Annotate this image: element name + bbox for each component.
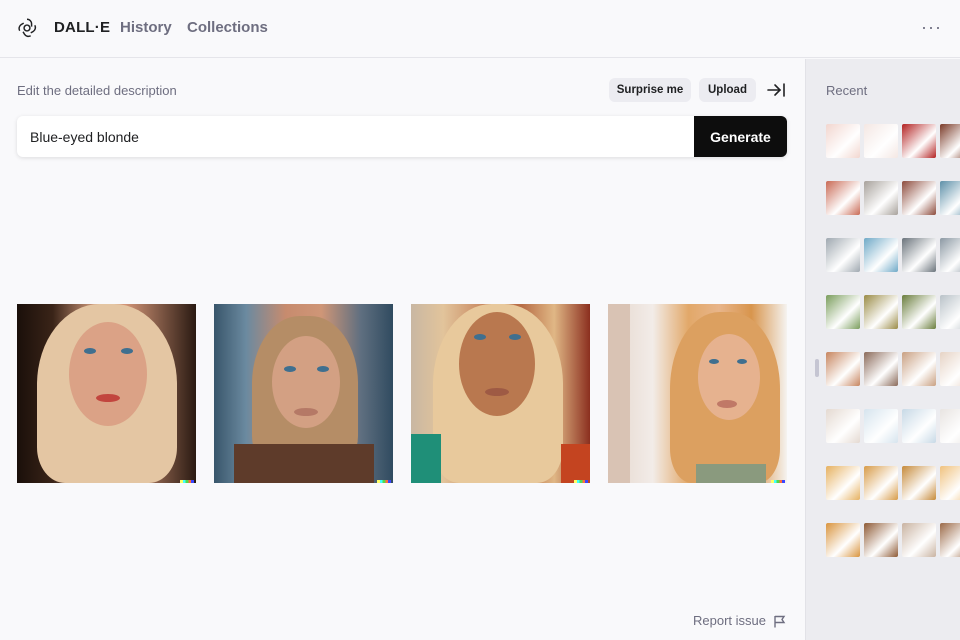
watermark (180, 480, 194, 483)
surprise-me-button[interactable]: Surprise me (609, 78, 691, 102)
watermark (377, 480, 391, 483)
recent-thumbnail[interactable] (864, 523, 898, 557)
recent-thumbnail[interactable] (902, 181, 936, 215)
recent-title: Recent (826, 83, 868, 98)
recent-thumbnail[interactable] (902, 409, 936, 443)
recent-thumbnail[interactable] (902, 523, 936, 557)
recent-sidebar: Recent (805, 59, 960, 640)
result-image-3[interactable] (411, 304, 590, 483)
recent-thumbnail[interactable] (826, 124, 860, 158)
recent-thumbnail[interactable] (826, 409, 860, 443)
recent-thumbnail[interactable] (940, 466, 960, 500)
recent-thumbnail[interactable] (864, 124, 898, 158)
recent-thumbnail[interactable] (940, 523, 960, 557)
recent-thumbnail[interactable] (826, 466, 860, 500)
recent-thumbnail[interactable] (940, 238, 960, 272)
recent-thumbnail[interactable] (864, 238, 898, 272)
recent-thumbnail[interactable] (902, 124, 936, 158)
recent-thumbnail[interactable] (940, 124, 960, 158)
top-bar: DALL·E History Collections ··· (0, 0, 960, 58)
recent-thumbnail[interactable] (826, 295, 860, 329)
generate-button[interactable]: Generate (694, 116, 787, 157)
recent-thumbnail[interactable] (826, 352, 860, 386)
edit-description-label: Edit the detailed description (17, 83, 177, 98)
more-icon[interactable]: ··· (921, 17, 942, 38)
flag-icon[interactable] (773, 615, 786, 628)
openai-logo-icon[interactable] (16, 17, 38, 39)
recent-thumbnail[interactable] (826, 181, 860, 215)
result-image-1[interactable] (17, 304, 196, 483)
recent-thumbnail[interactable] (940, 409, 960, 443)
prompt-box: Generate (17, 116, 787, 157)
watermark (574, 480, 588, 483)
watermark (771, 480, 785, 483)
recent-thumbnail[interactable] (940, 352, 960, 386)
result-image-4[interactable] (608, 304, 787, 483)
recent-thumbnail[interactable] (864, 295, 898, 329)
nav-collections[interactable]: Collections (187, 19, 268, 36)
prompt-input[interactable] (17, 116, 694, 157)
nav-history[interactable]: History (120, 19, 172, 36)
recent-thumbnail[interactable] (940, 295, 960, 329)
collapse-sidebar-icon[interactable] (766, 81, 786, 99)
sidebar-resize-handle[interactable] (815, 359, 819, 377)
upload-button[interactable]: Upload (699, 78, 756, 102)
recent-thumbnail[interactable] (826, 238, 860, 272)
result-image-2[interactable] (214, 304, 393, 483)
recent-thumbnail[interactable] (864, 466, 898, 500)
recent-thumbnail[interactable] (864, 352, 898, 386)
recent-thumbnail[interactable] (902, 238, 936, 272)
recent-thumbnail[interactable] (902, 352, 936, 386)
recent-thumbnail[interactable] (902, 295, 936, 329)
report-issue-link[interactable]: Report issue (693, 613, 766, 628)
recent-thumbnail[interactable] (864, 181, 898, 215)
recent-thumbnail[interactable] (902, 466, 936, 500)
recent-thumbnail[interactable] (940, 181, 960, 215)
brand-name[interactable]: DALL·E (54, 19, 110, 36)
recent-thumbnail[interactable] (864, 409, 898, 443)
recent-thumbnail[interactable] (826, 523, 860, 557)
